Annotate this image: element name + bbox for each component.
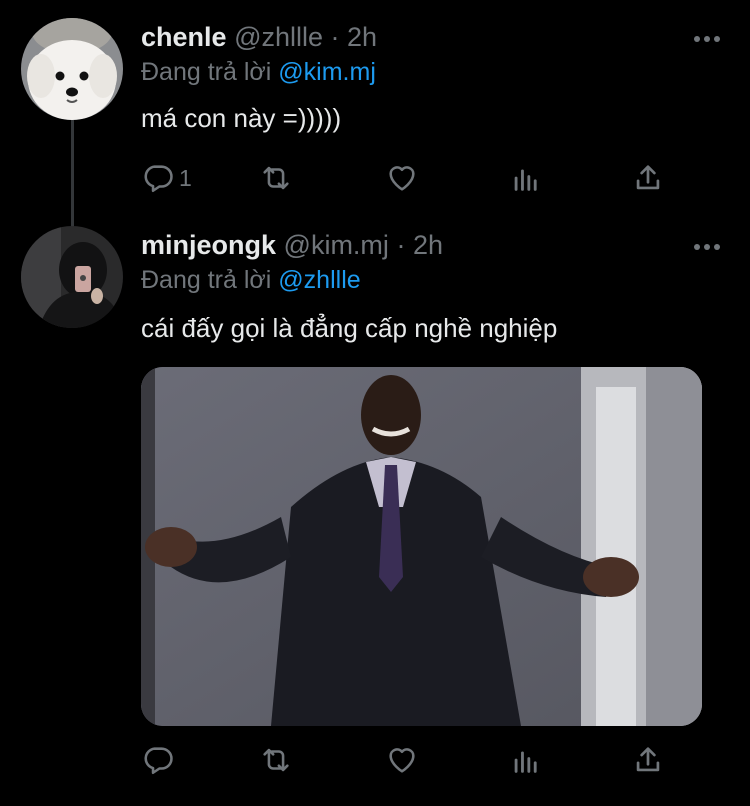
share-button[interactable] [631,740,665,780]
tweet-actions: 1 [141,158,681,198]
user-handle[interactable]: @zhllle [234,22,323,52]
more-options-icon[interactable] [694,236,720,256]
display-name[interactable]: chenle [141,22,227,52]
reply-icon [144,747,173,775]
avatar[interactable] [21,226,123,328]
tweet-actions [141,740,681,780]
replying-to-line: Đang trả lời @kim.mj [141,56,376,88]
mirror-selfie-avatar-icon [21,226,123,328]
more-options-icon[interactable] [694,28,720,48]
separator-dot: · [396,230,406,260]
user-handle[interactable]: @kim.mj [284,230,389,260]
reply-button[interactable] [141,740,179,780]
tweet-media-image[interactable] [141,367,702,726]
retweet-icon [263,166,289,190]
tweet-minjeongk[interactable]: minjeongk @kim.mj · 2h Đang trả lời @zhl… [0,218,750,806]
display-name[interactable]: minjeongk [141,230,276,260]
bar-chart-icon [514,169,537,191]
view-analytics-button[interactable] [509,158,543,198]
timestamp[interactable]: 2h [347,22,377,52]
like-button[interactable] [385,158,419,198]
share-icon [636,747,660,772]
timestamp[interactable]: 2h [413,230,443,260]
avatar[interactable] [21,18,123,120]
share-icon [636,165,660,190]
bar-chart-icon [514,751,537,773]
like-button[interactable] [385,740,419,780]
separator-dot: · [330,22,340,52]
replying-prefix: Đang trả lời [141,266,272,294]
tweet-chenle[interactable]: chenle @zhllle · 2h Đang trả lời @kim.mj… [0,0,750,218]
reply-count: 1 [179,164,192,191]
retweet-button[interactable] [259,158,293,198]
reply-icon [144,165,173,193]
heart-icon [389,166,415,191]
tweet-header: chenle @zhllle · 2h [141,20,377,54]
share-button[interactable] [631,158,665,198]
reply-button[interactable]: 1 [141,158,192,198]
replying-to-line: Đang trả lời @zhllle [141,264,361,296]
tweet-header: minjeongk @kim.mj · 2h [141,228,443,262]
retweet-button[interactable] [259,740,293,780]
replying-to-mention[interactable]: @kim.mj [278,58,376,86]
replying-prefix: Đang trả lời [141,58,272,86]
view-analytics-button[interactable] [509,740,543,780]
replying-to-mention[interactable]: @zhllle [278,266,360,294]
smiling-man-in-suit-meme-image-icon [141,367,702,726]
tweet-text: cái đấy gọi là đẳng cấp nghề nghiệp [141,313,558,343]
retweet-icon [263,748,289,772]
heart-icon [389,748,415,773]
tweet-text: má con này =))))) [141,103,342,133]
white-dog-avatar-icon [21,18,123,120]
